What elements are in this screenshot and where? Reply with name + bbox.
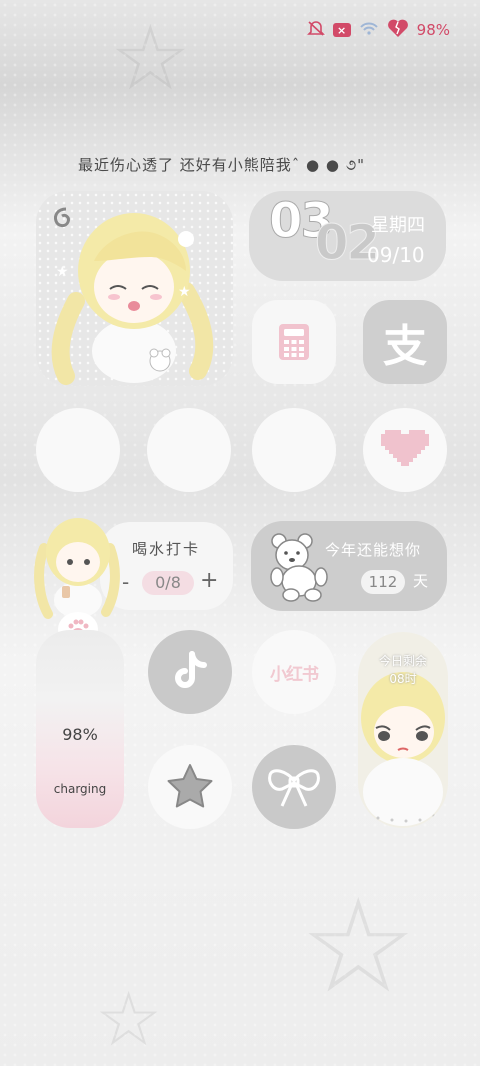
empty-widget-circle[interactable] xyxy=(36,408,120,492)
tiktok-icon xyxy=(175,651,207,688)
bow-app-button[interactable] xyxy=(252,745,336,829)
empty-widget-circle[interactable] xyxy=(147,408,231,492)
water-plus-button[interactable]: + xyxy=(200,568,218,593)
date-label: 09/10 xyxy=(367,243,425,267)
svg-text:★: ★ xyxy=(56,264,69,280)
countdown-title: 今年还能想你 xyxy=(325,541,422,559)
broken-heart-battery-icon xyxy=(387,18,409,42)
weekday-label: 星期四 xyxy=(371,215,425,236)
pixel-heart-icon xyxy=(381,430,429,466)
girl-illustration: ★ ★ xyxy=(51,207,214,385)
water-title: 喝水打卡 xyxy=(132,540,201,558)
time-remaining-value: 08时 xyxy=(389,672,417,686)
background-star-icon: ☆ xyxy=(110,6,191,111)
countdown-unit: 天 xyxy=(413,572,429,590)
battery-widget-status: charging xyxy=(53,782,107,796)
heart-app-button[interactable] xyxy=(363,408,447,492)
chibi-girl-illustration xyxy=(34,518,120,619)
alipay-icon: 支 xyxy=(383,321,427,372)
wifi-icon xyxy=(359,20,379,40)
calculator-icon xyxy=(279,324,309,360)
alipay-app-button[interactable]: 支 xyxy=(363,300,447,384)
status-bar: × 98% xyxy=(306,18,450,42)
star-app-button[interactable] xyxy=(148,745,232,829)
photo-widget[interactable]: ★ ★ xyxy=(36,191,233,386)
time-remaining-widget[interactable]: 今日剩余 08时 xyxy=(358,632,448,828)
battery-widget-percent: 98% xyxy=(62,725,98,744)
background-star-icon: ☆ xyxy=(300,870,417,1022)
water-count: 0/8 xyxy=(142,571,194,595)
x-box-icon: × xyxy=(332,23,351,37)
empty-widget-circle[interactable] xyxy=(252,408,336,492)
battery-percent: 98% xyxy=(416,21,450,39)
bow-icon xyxy=(268,769,320,807)
time-remaining-title: 今日剩余 xyxy=(378,654,427,668)
battery-widget[interactable]: 98% charging xyxy=(36,630,124,828)
tiktok-app-button[interactable] xyxy=(148,630,232,714)
calculator-app-button[interactable] xyxy=(252,300,336,384)
mute-icon xyxy=(306,20,325,40)
xiaohongshu-label: 小红书 xyxy=(270,664,319,685)
teddy-bear-illustration xyxy=(270,533,328,602)
star-icon xyxy=(167,764,213,808)
background-star-icon: ☆ xyxy=(95,975,163,1063)
countdown-widget[interactable]: 今年还能想你 112 天 xyxy=(251,521,447,611)
svg-text:★: ★ xyxy=(178,284,191,300)
tagline-text: 最近伤心透了 还好有小熊陪我ˆ ● ● ૭" xyxy=(78,156,366,174)
xiaohongshu-app-button[interactable]: 小红书 xyxy=(252,630,336,714)
date-widget[interactable]: 03 02 星期四 09/10 xyxy=(249,191,446,281)
countdown-days: 112 xyxy=(361,570,405,594)
